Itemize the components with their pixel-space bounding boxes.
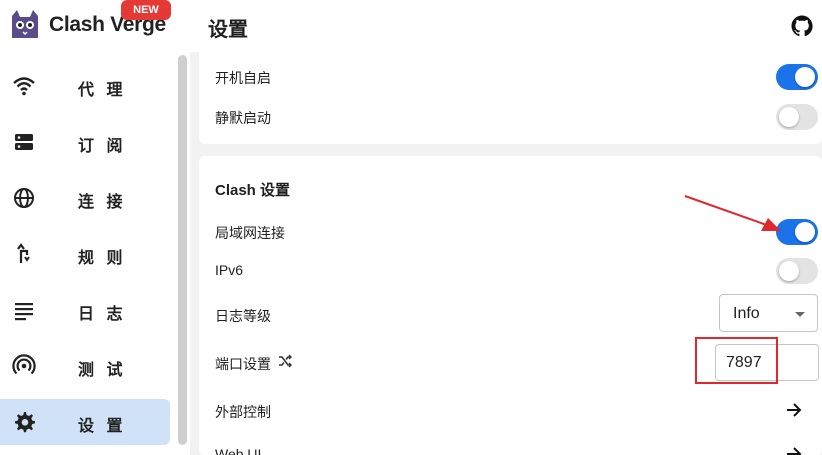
allow-lan-label: 局域网连接 <box>215 225 285 241</box>
port-label: 端口设置 <box>215 356 271 372</box>
silent-start-switch[interactable] <box>776 104 818 130</box>
main-content: 设置 开机自启 静默启动 Clash 设置 局域网连接 IPv6 日志等级 In… <box>190 0 822 455</box>
allow-lan-switch[interactable] <box>776 219 818 245</box>
sidebar-item-label: 连 接 <box>78 194 127 211</box>
storage-icon <box>15 134 33 150</box>
sidebar-item-profiles[interactable]: 订 阅 <box>0 119 170 165</box>
sidebar-item-label: 代 理 <box>78 82 127 99</box>
auto-launch-switch[interactable] <box>776 64 818 90</box>
sidebar-item-label: 设 置 <box>78 418 127 435</box>
cat-logo-icon <box>12 10 38 38</box>
wifi-icon <box>13 77 35 96</box>
github-icon[interactable] <box>790 14 814 38</box>
auto-launch-label: 开机自启 <box>215 70 271 86</box>
caret-down-icon <box>795 312 805 317</box>
globe-icon <box>14 188 34 208</box>
silent-start-label: 静默启动 <box>215 110 271 126</box>
ipv6-label: IPv6 <box>215 262 244 278</box>
shuffle-icon[interactable] <box>278 354 292 368</box>
broadcast-icon <box>12 354 36 375</box>
log-level-value: Info <box>733 305 760 322</box>
sidebar-scrollbar[interactable] <box>178 55 187 445</box>
switch-knob <box>795 222 815 242</box>
auto-launch-row: 开机自启 <box>199 58 822 94</box>
sidebar-item-label: 规 则 <box>78 250 127 267</box>
sidebar-item-connections[interactable]: 连 接 <box>0 175 170 221</box>
allow-lan-row: 局域网连接 <box>199 213 822 249</box>
notes-icon <box>15 303 33 321</box>
sidebar-item-test[interactable]: 测 试 <box>0 343 170 389</box>
ipv6-row: IPv6 <box>199 252 822 288</box>
port-value: 7897 <box>726 354 762 371</box>
clash-settings-card: Clash 设置 局域网连接 IPv6 日志等级 Info 端口设置 7897 … <box>199 156 822 455</box>
sidebar-item-rules[interactable]: 规 则 <box>0 231 170 277</box>
new-badge: NEW <box>121 0 171 20</box>
sidebar-item-settings[interactable]: 设 置 <box>0 399 170 445</box>
gear-icon <box>15 412 35 433</box>
page-title: 设置 <box>208 19 248 41</box>
sidebar-item-label: 订 阅 <box>78 138 127 155</box>
external-control-label: 外部控制 <box>215 404 271 420</box>
silent-start-row: 静默启动 <box>199 98 822 134</box>
log-level-label: 日志等级 <box>215 308 271 324</box>
sidebar-item-logs[interactable]: 日 志 <box>0 287 170 333</box>
switch-knob <box>779 261 799 281</box>
switch-knob <box>779 107 799 127</box>
port-input[interactable]: 7897 <box>715 344 819 381</box>
external-control-row[interactable]: 外部控制 <box>199 392 822 428</box>
arrow-right-icon[interactable] <box>784 444 804 455</box>
section-title: Clash 设置 <box>215 182 291 199</box>
fork-icon <box>17 243 30 263</box>
system-settings-card: 开机自启 静默启动 <box>199 52 822 144</box>
sidebar-item-proxy[interactable]: 代 理 <box>0 63 170 109</box>
page-header: 设置 <box>190 0 822 52</box>
ipv6-switch[interactable] <box>776 258 818 284</box>
sidebar-item-label: 日 志 <box>78 306 127 323</box>
switch-knob <box>795 67 815 87</box>
web-ui-label: Web UI <box>215 446 262 455</box>
sidebar: Clash Verge NEW 代 理 订 阅 连 接 规 则 日 志 测 试 … <box>0 0 190 455</box>
log-level-select[interactable]: Info <box>719 294 818 332</box>
arrow-right-icon[interactable] <box>784 400 804 420</box>
web-ui-row[interactable]: Web UI <box>199 436 822 455</box>
sidebar-item-label: 测 试 <box>78 362 127 379</box>
